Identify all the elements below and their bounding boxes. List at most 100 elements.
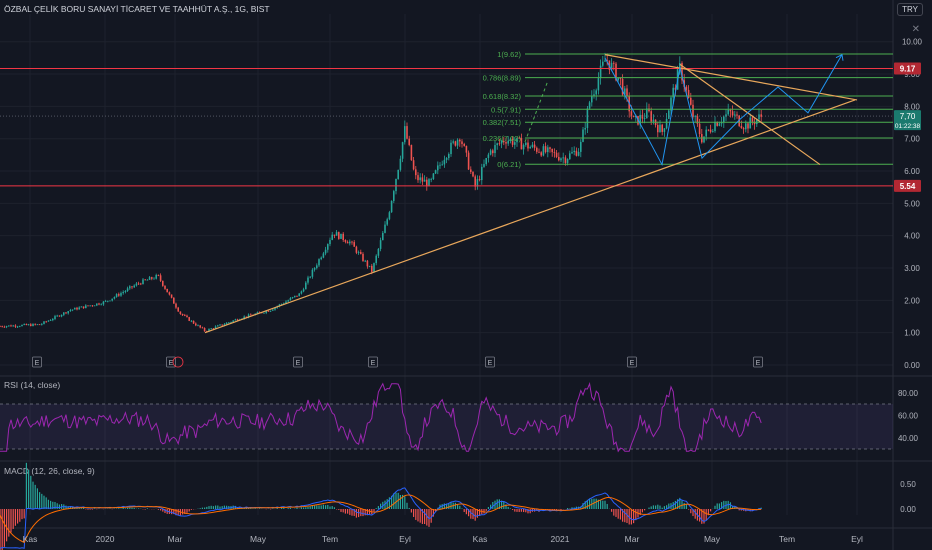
candle-body xyxy=(344,240,347,242)
time-axis-label: 2020 xyxy=(96,534,115,544)
candle-body xyxy=(736,114,738,116)
candle-body xyxy=(14,325,17,327)
candle-body xyxy=(547,147,549,153)
candle-body xyxy=(745,123,747,130)
candle-body xyxy=(10,325,12,327)
candle-body xyxy=(287,300,289,302)
candle-body xyxy=(351,241,353,243)
candle-body xyxy=(144,279,146,281)
candle-body xyxy=(538,151,540,153)
candle-body xyxy=(408,138,410,145)
candle-body xyxy=(393,191,395,201)
candle-body xyxy=(489,150,492,155)
candle-body xyxy=(107,300,109,302)
candle-body xyxy=(8,325,10,327)
candle-body xyxy=(467,152,470,170)
candle-body xyxy=(98,303,100,305)
candle-body xyxy=(492,150,494,154)
candle-body xyxy=(643,118,646,119)
candle-body xyxy=(382,232,384,241)
candle-body xyxy=(199,325,201,328)
candle-body xyxy=(707,129,710,131)
candle-body xyxy=(186,315,188,318)
rsi-tick-label: 60.00 xyxy=(898,411,919,420)
candle-body xyxy=(41,323,43,325)
close-icon[interactable]: ✕ xyxy=(912,24,920,35)
candle-body xyxy=(443,159,446,165)
candle-body xyxy=(685,86,688,90)
candle-body xyxy=(450,142,452,155)
candle-body xyxy=(373,263,375,272)
currency-badge[interactable]: TRY xyxy=(897,3,923,16)
candle-body xyxy=(384,224,386,233)
price-tick-label: 7.00 xyxy=(904,135,920,144)
candle-body xyxy=(454,141,457,146)
candle-body xyxy=(89,305,91,307)
candle-body xyxy=(595,90,597,95)
candle-body xyxy=(551,148,553,153)
candle-body xyxy=(142,279,144,285)
candle-body xyxy=(269,310,272,312)
time-axis-label: 2021 xyxy=(551,534,570,544)
candle-body xyxy=(85,305,87,309)
candle-body xyxy=(25,323,28,326)
candle-body xyxy=(571,152,573,154)
candle-body xyxy=(250,314,252,316)
candle-body xyxy=(474,176,476,187)
price-tick-label: 10.00 xyxy=(902,38,923,47)
candle-body xyxy=(331,234,333,240)
candle-body xyxy=(12,325,14,327)
candle-body xyxy=(100,304,102,306)
chart-canvas[interactable]: 1(9.62) 0.786(8.89) 0.618(8.32) 0.5(7.91) 0.… xyxy=(0,0,932,550)
candle-body xyxy=(21,324,23,327)
candle-body xyxy=(43,321,45,324)
candle-body xyxy=(714,122,716,132)
candle-body xyxy=(168,292,171,295)
candle-body xyxy=(698,123,701,135)
candle-body xyxy=(342,233,344,241)
candle-body xyxy=(263,312,265,314)
candle-body xyxy=(360,252,362,254)
candle-body xyxy=(712,131,714,132)
candle-body xyxy=(760,114,762,117)
fib-level-label: 0.382(7.51) xyxy=(483,118,522,127)
time-axis-label: Kas xyxy=(473,534,488,544)
candle-body xyxy=(197,325,199,327)
candle-body xyxy=(670,97,672,111)
candle-body xyxy=(426,179,428,187)
time-axis-label: Mar xyxy=(168,534,183,544)
candle-body xyxy=(179,311,182,314)
candle-body xyxy=(159,275,162,281)
candle-body xyxy=(452,141,454,143)
candle-body xyxy=(613,62,615,64)
candle-body xyxy=(659,124,661,133)
upper-line-label: 9.17 xyxy=(900,65,916,74)
candle-body xyxy=(588,102,591,109)
candle-body xyxy=(217,325,219,327)
candle-body xyxy=(749,117,751,129)
candle-body xyxy=(153,278,155,280)
candle-body xyxy=(118,294,120,296)
candle-body xyxy=(690,97,692,105)
candle-body xyxy=(302,289,305,292)
candle-body xyxy=(487,154,490,159)
candle-body xyxy=(364,260,366,262)
candle-body xyxy=(366,260,369,267)
candle-body xyxy=(577,151,580,156)
candle-body xyxy=(582,129,584,142)
candle-body xyxy=(155,274,157,279)
time-axis-label: Kas xyxy=(23,534,38,544)
candle-body xyxy=(298,293,300,297)
candle-body xyxy=(404,126,406,143)
candle-body xyxy=(102,301,105,305)
candle-body xyxy=(291,297,294,299)
candle-body xyxy=(294,295,296,298)
candle-body xyxy=(69,310,72,312)
candle-body xyxy=(234,319,237,321)
candle-body xyxy=(309,276,311,278)
candle-body xyxy=(362,253,364,262)
candle-body xyxy=(272,309,274,311)
candle-body xyxy=(173,297,175,304)
earnings-marker: E xyxy=(35,360,40,367)
candle-body xyxy=(36,324,39,326)
